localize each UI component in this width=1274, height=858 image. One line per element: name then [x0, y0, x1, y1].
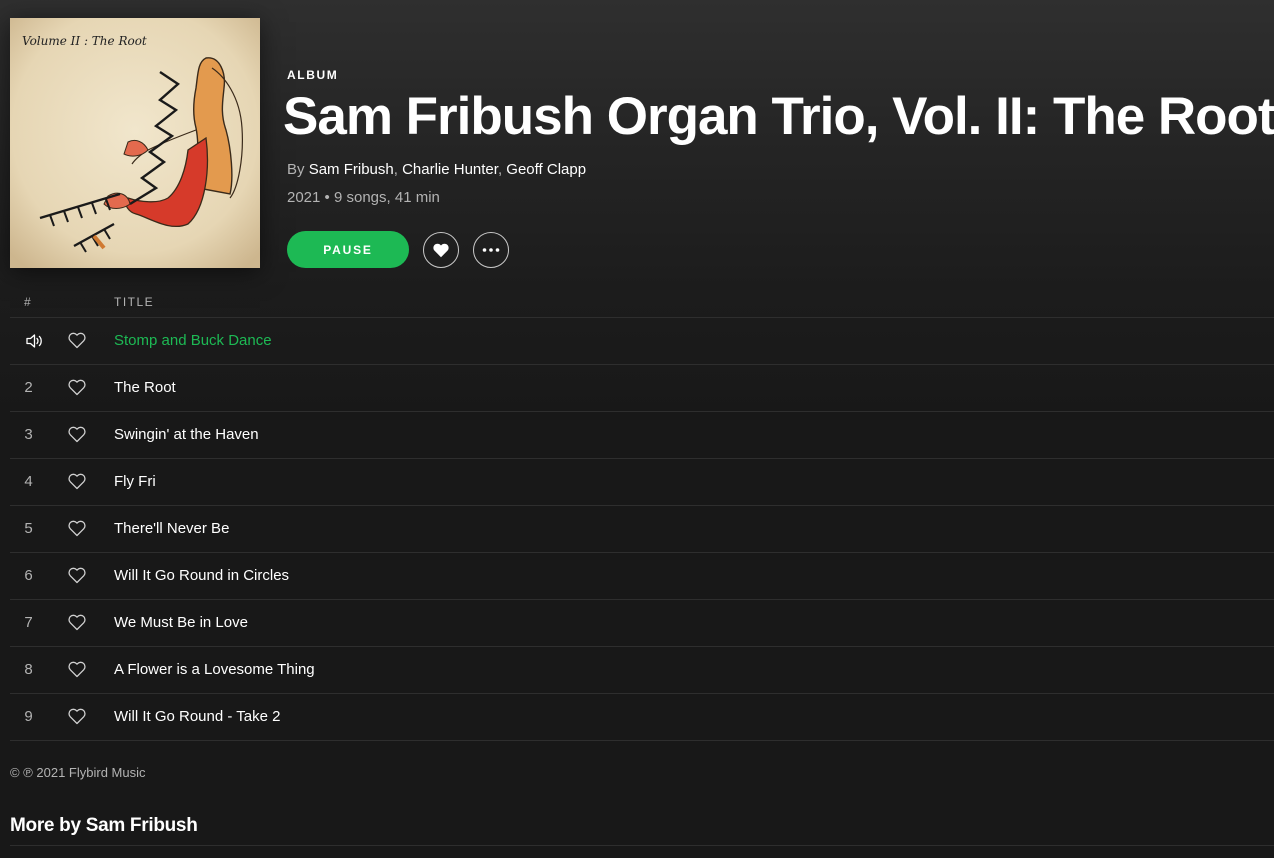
- album-cover-art: Volume II : The Root: [10, 18, 260, 268]
- column-header-number: #: [24, 295, 33, 309]
- track-title: Fly Fri: [114, 473, 156, 490]
- track-title: Stomp and Buck Dance: [114, 332, 272, 349]
- track-number: 8: [24, 661, 33, 678]
- heart-outline-icon[interactable]: [68, 426, 86, 443]
- artist-link-charlie-hunter[interactable]: Charlie Hunter: [402, 161, 498, 178]
- track-number: 7: [24, 614, 33, 631]
- track-title: Will It Go Round - Take 2: [114, 708, 281, 725]
- heart-outline-icon[interactable]: [68, 379, 86, 396]
- track-title: There'll Never Be: [114, 520, 230, 537]
- track-number: 4: [24, 473, 33, 490]
- divider: [10, 845, 1274, 846]
- track-row[interactable]: Stomp and Buck Dance: [10, 318, 1274, 365]
- heart-outline-icon[interactable]: [68, 332, 86, 349]
- heart-outline-icon[interactable]: [68, 661, 86, 678]
- copyright-text: © ℗ 2021 Flybird Music: [10, 765, 146, 780]
- track-row[interactable]: 4 Fly Fri: [10, 459, 1274, 506]
- album-duration: 41 min: [394, 189, 440, 206]
- track-number: 2: [24, 379, 33, 396]
- track-list: Stomp and Buck Dance 2 The Root 3 Swingi…: [10, 318, 1274, 741]
- track-title: We Must Be in Love: [114, 614, 248, 631]
- track-number: 9: [24, 708, 33, 725]
- byline-prefix: By: [287, 161, 305, 178]
- heart-outline-icon[interactable]: [68, 708, 86, 725]
- more-options-button[interactable]: [473, 232, 509, 268]
- column-header-title[interactable]: TITLE: [114, 295, 154, 309]
- album-title: Sam Fribush Organ Trio, Vol. II: The Roo…: [283, 87, 1274, 146]
- cover-title-text: Volume II : The Root: [22, 34, 147, 48]
- heart-outline-icon[interactable]: [68, 567, 86, 584]
- artist-link-geoff-clapp[interactable]: Geoff Clapp: [506, 161, 586, 178]
- track-row[interactable]: 6 Will It Go Round in Circles: [10, 553, 1274, 600]
- pause-button[interactable]: PAUSE: [287, 231, 409, 268]
- artist-link-sam-fribush[interactable]: Sam Fribush: [309, 161, 394, 178]
- track-title: Swingin' at the Haven: [114, 426, 259, 443]
- heart-outline-icon[interactable]: [68, 520, 86, 537]
- track-title: The Root: [114, 379, 176, 396]
- album-byline: By Sam Fribush, Charlie Hunter, Geoff Cl…: [287, 161, 587, 178]
- track-row[interactable]: 3 Swingin' at the Haven: [10, 412, 1274, 459]
- heart-outline-icon[interactable]: [68, 614, 86, 631]
- track-number: 6: [24, 567, 33, 584]
- album-type-label: ALBUM: [287, 68, 339, 82]
- album-meta: 2021 • 9 songs, 41 min: [287, 189, 440, 206]
- track-number: 3: [24, 426, 33, 443]
- album-page: Volume II : The Root ALBUM Sam Fribush O…: [0, 0, 1274, 858]
- track-row[interactable]: 9 Will It Go Round - Take 2: [10, 694, 1274, 741]
- track-list-header: # TITLE: [10, 288, 1274, 318]
- track-number: 5: [24, 520, 33, 537]
- track-row[interactable]: 8 A Flower is a Lovesome Thing: [10, 647, 1274, 694]
- track-row[interactable]: 7 We Must Be in Love: [10, 600, 1274, 647]
- track-title: A Flower is a Lovesome Thing: [114, 661, 315, 678]
- speaker-playing-icon: [26, 334, 42, 348]
- heart-filled-icon: [433, 243, 449, 257]
- track-title: Will It Go Round in Circles: [114, 567, 290, 584]
- album-song-count: 9 songs: [333, 189, 387, 206]
- album-year: 2021: [287, 189, 321, 206]
- track-row[interactable]: 2 The Root: [10, 365, 1274, 412]
- more-by-artist-heading[interactable]: More by Sam Fribush: [10, 815, 198, 837]
- track-row[interactable]: 5 There'll Never Be: [10, 506, 1274, 553]
- like-album-button[interactable]: [423, 232, 459, 268]
- ellipsis-icon: [482, 248, 500, 252]
- heart-outline-icon[interactable]: [68, 473, 86, 490]
